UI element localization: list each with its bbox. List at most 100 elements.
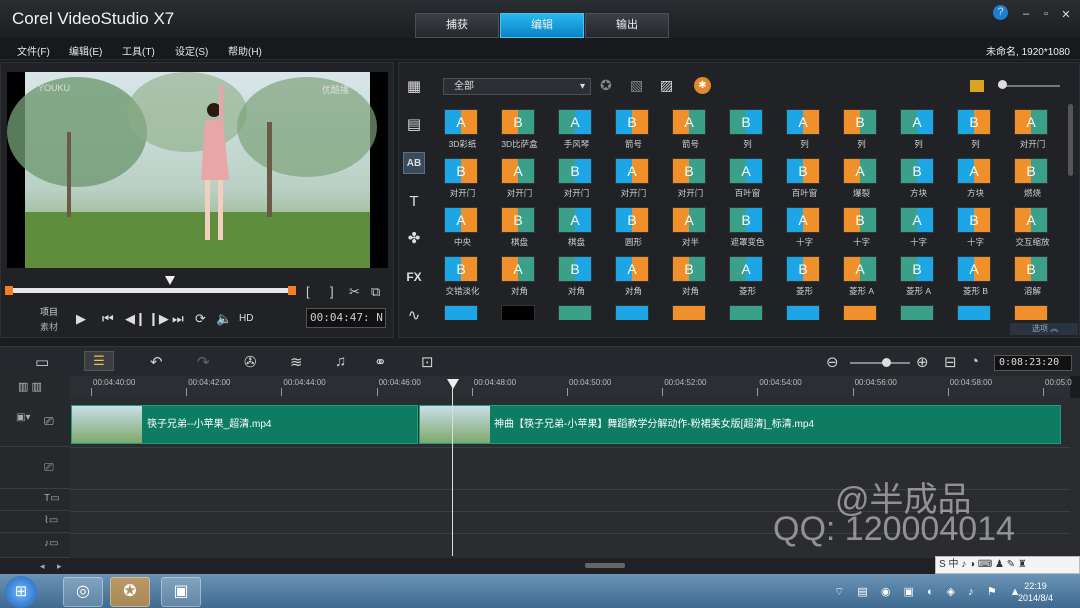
mark-in-button[interactable]: [	[306, 284, 310, 299]
transition-item[interactable]: A 百叶窗	[719, 153, 776, 201]
transition-item[interactable]: A 十字	[890, 202, 947, 250]
zoom-out-icon[interactable]: ⊖	[826, 353, 839, 371]
transition-item[interactable]: B 3D比萨盒	[491, 104, 548, 152]
transition-item[interactable]: B列	[833, 104, 890, 152]
video-track-icon[interactable]: ▣▾	[16, 412, 30, 423]
transition-item[interactable]: B 菱形	[776, 251, 833, 299]
transition-item[interactable]: B 对角	[662, 251, 719, 299]
mark-out-button[interactable]: ]	[330, 284, 334, 299]
menu-help[interactable]: 帮助(H)	[228, 43, 262, 58]
transition-item[interactable]: B 对角	[548, 251, 605, 299]
transition-icon[interactable]: AB	[403, 152, 425, 174]
scroll-right-icon[interactable]: ▸	[57, 561, 62, 572]
transition-item[interactable]	[1004, 300, 1061, 320]
transition-item[interactable]	[605, 300, 662, 320]
split-clip-icon[interactable]: ✂	[349, 284, 360, 300]
trim-end-handle[interactable]	[288, 286, 296, 295]
maximize-icon[interactable]: ▫	[1038, 8, 1054, 22]
transition-item[interactable]: A 棋盘	[548, 202, 605, 250]
capture-app-taskbar-icon[interactable]: ▣	[161, 577, 201, 607]
instant-project-icon[interactable]: ▤	[403, 114, 425, 136]
library-category-dropdown[interactable]: 全部 ▾	[443, 78, 591, 95]
fit-project-icon[interactable]: ⊟	[944, 353, 957, 371]
next-frame-icon[interactable]: ❙▶	[148, 311, 169, 327]
transition-item[interactable]: A 菱形	[719, 251, 776, 299]
transition-item[interactable]: B 遮罩变色	[719, 202, 776, 250]
transition-item[interactable]: A 对开门	[1004, 104, 1061, 152]
transition-item[interactable]: B列	[719, 104, 776, 152]
mode-project[interactable]: 项目	[40, 305, 58, 318]
options-toggle[interactable]: 选项 ︽	[1010, 323, 1078, 335]
transition-item[interactable]: A 对开门	[491, 153, 548, 201]
transition-item[interactable]: B 棋盘	[491, 202, 548, 250]
help-icon[interactable]: ?	[993, 5, 1008, 20]
tab-share[interactable]: 输出	[585, 13, 669, 38]
get-more-icon[interactable]: ✱	[694, 77, 711, 94]
transition-item[interactable]	[662, 300, 719, 320]
play-icon[interactable]: ▶	[76, 311, 86, 327]
transition-item[interactable]: A 中央	[434, 202, 491, 250]
transition-item[interactable]: B 交错淡化	[434, 251, 491, 299]
transition-item[interactable]: B 溶解	[1004, 251, 1061, 299]
tab-capture[interactable]: 捕获	[415, 13, 499, 38]
apply-random-icon[interactable]: ▨	[660, 77, 673, 94]
transition-item[interactable]: B 对开门	[434, 153, 491, 201]
storyboard-view-icon[interactable]: ▭	[35, 353, 49, 371]
transition-item[interactable]: A 对角	[605, 251, 662, 299]
auto-music-icon[interactable]: ♫	[335, 353, 346, 370]
transition-item[interactable]: A 交互缩放	[1004, 202, 1061, 250]
mode-clip[interactable]: 素材	[40, 320, 58, 333]
menu-edit[interactable]: 编辑(E)	[69, 43, 102, 58]
transition-item[interactable]: A 手风琴	[548, 104, 605, 152]
transition-item[interactable]: A 对开门	[605, 153, 662, 201]
transition-item[interactable]	[548, 300, 605, 320]
favorites-icon[interactable]: ✪	[600, 77, 612, 94]
subtitle-editor-icon[interactable]: ⊡	[421, 353, 434, 371]
redo-icon[interactable]: ↷	[197, 353, 210, 371]
transition-item[interactable]: B 菱形 A	[890, 251, 947, 299]
timeline-playhead[interactable]	[447, 379, 459, 389]
home-icon[interactable]: ⏮	[102, 311, 114, 327]
minimize-icon[interactable]: –	[1018, 8, 1034, 22]
video-clip[interactable]: 神曲【筷子兄弟-小苹果】舞蹈教学分解动作-粉裙美女版[超清]_标清.mp4	[419, 405, 1061, 444]
preview-playhead[interactable]	[165, 276, 175, 285]
transition-item[interactable]: A 箭号	[662, 104, 719, 152]
scroll-left-icon[interactable]: ◂	[40, 561, 45, 572]
ime-toolbar[interactable]: S 中 ♪ ◑ ⌨ ♟ ✎ ♜	[935, 556, 1080, 574]
preview-timecode[interactable]: 00:04:47: N	[306, 308, 386, 328]
menu-tools[interactable]: 工具(T)	[122, 43, 155, 58]
transition-item[interactable]: A列	[890, 104, 947, 152]
transition-item[interactable]: B 方块	[890, 153, 947, 201]
thumbnail-size-slider[interactable]	[998, 85, 1060, 87]
transition-item[interactable]: A列	[776, 104, 833, 152]
filter-icon[interactable]: FX	[403, 266, 425, 288]
timeline-scrollbar[interactable]	[585, 563, 625, 568]
audio-mixer-icon[interactable]: ≋	[290, 353, 303, 371]
transition-item[interactable]: A 方块	[947, 153, 1004, 201]
enlarge-preview-icon[interactable]: ⧉	[371, 284, 380, 300]
transition-item[interactable]: A 菱形 B	[947, 251, 1004, 299]
videostudio-taskbar-icon[interactable]: ✪	[110, 577, 150, 607]
timeline-playhead-line[interactable]	[452, 386, 453, 556]
motion-path-icon[interactable]: ∿	[403, 305, 425, 327]
transition-item[interactable]: B 对开门	[548, 153, 605, 201]
repeat-icon[interactable]: ⟳	[195, 311, 206, 327]
title-icon[interactable]: T	[403, 191, 425, 213]
thumbnail-view-icon[interactable]	[970, 80, 984, 92]
system-clock[interactable]: 22:19 2014/8/4	[1018, 580, 1053, 604]
record-capture-icon[interactable]: ✇	[244, 353, 257, 371]
transition-item[interactable]: B 对开门	[662, 153, 719, 201]
transition-item[interactable]: A 3D彩纸	[434, 104, 491, 152]
transition-item[interactable]	[491, 300, 548, 320]
menu-settings[interactable]: 设定(S)	[175, 43, 208, 58]
media-icon[interactable]: ▦	[403, 76, 425, 98]
menu-file[interactable]: 文件(F)	[17, 43, 50, 58]
transition-item[interactable]: B 箭号	[605, 104, 662, 152]
zoom-slider-handle[interactable]	[882, 358, 891, 367]
end-icon[interactable]: ⏭	[172, 311, 184, 327]
system-tray-icons[interactable]: ⌔ ▤ ◉ ▣ ◐ ◈ ♪ ⚑ ▲	[834, 585, 1026, 599]
undo-icon[interactable]: ↶	[150, 353, 163, 371]
browser-taskbar-icon[interactable]: ◎	[63, 577, 103, 607]
transition-item[interactable]: B 百叶窗	[776, 153, 833, 201]
graphics-icon[interactable]: ✤	[403, 228, 425, 250]
